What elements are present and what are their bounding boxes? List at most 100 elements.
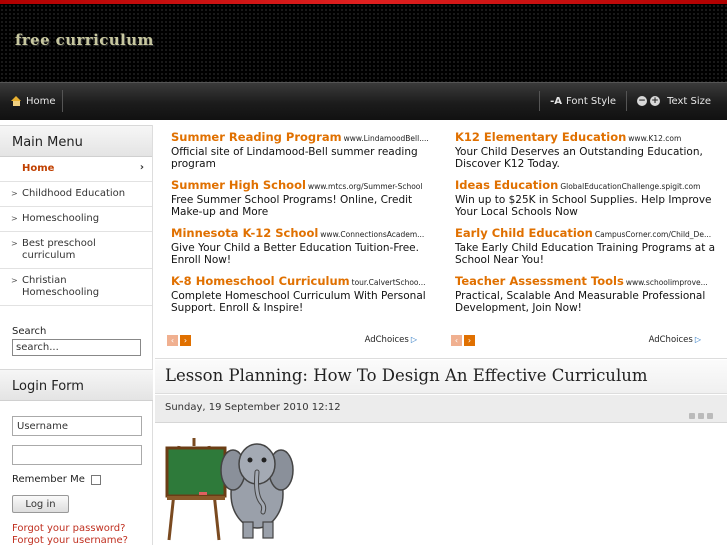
ad-description: Official site of Lindamood-Bell summer r…	[171, 146, 418, 170]
menu-item-childhood-education[interactable]: > Childhood Education	[0, 182, 152, 207]
article-title[interactable]: Lesson Planning: How To Design An Effect…	[155, 360, 727, 394]
ad-title[interactable]: Teacher Assessment Tools	[455, 274, 624, 288]
menu-item-label: Christian Homeschooling	[22, 275, 100, 298]
ad-description: Practical, Scalable And Measurable Profe…	[455, 290, 706, 314]
site-header: free curriculum	[0, 0, 727, 82]
article-date: Sunday, 19 September 2010 12:12	[165, 402, 341, 413]
pdf-icon[interactable]	[689, 413, 695, 419]
arrow-right-icon: >	[11, 189, 18, 198]
arrow-right-icon: >	[11, 276, 18, 285]
print-icon[interactable]	[698, 413, 704, 419]
home-icon	[11, 96, 22, 106]
search-input[interactable]	[12, 339, 141, 356]
menu-item-home[interactable]: Home ›	[0, 157, 152, 182]
ad-url[interactable]: www.ConnectionsAcadem...	[320, 230, 424, 239]
ad-prev-icon[interactable]: ‹	[451, 335, 462, 346]
forgot-username-link[interactable]: Forgot your username?	[12, 535, 128, 545]
ad-url[interactable]: CampusCorner.com/Child_De...	[595, 230, 711, 239]
adchoices-icon: ▷	[694, 335, 701, 344]
search-label: Search	[12, 326, 47, 337]
adchoices-label: AdChoices	[364, 335, 409, 345]
ad-item[interactable]: Early Child Education CampusCorner.com/Ch…	[455, 226, 725, 266]
nav-home-label: Home	[26, 95, 56, 107]
ad-prev-icon[interactable]: ‹	[167, 335, 178, 346]
ad-description: Give Your Child a Better Education Tuiti…	[171, 242, 419, 266]
ad-item[interactable]: K-8 Homeschool Curriculum tour.CalvertSch…	[171, 274, 441, 314]
ad-url[interactable]: tour.CalvertSchoo...	[352, 278, 426, 287]
email-icon[interactable]	[707, 413, 713, 419]
menu-item-label: Home	[22, 163, 55, 174]
ad-next-icon[interactable]: ›	[180, 335, 191, 346]
ad-url[interactable]: GlobalEducationChallenge.spigit.com	[560, 182, 700, 191]
ad-title[interactable]: Summer High School	[171, 178, 306, 192]
forgot-password-link[interactable]: Forgot your password?	[12, 523, 125, 534]
nav-home-link[interactable]: Home	[5, 90, 63, 112]
password-field[interactable]	[12, 445, 142, 465]
accessibility-controls: -A Font Style − + Text Size	[529, 90, 711, 112]
ad-title[interactable]: Early Child Education	[455, 226, 593, 240]
menu-item-best-preschool-curriculum[interactable]: > Best preschool curriculum	[0, 232, 152, 269]
ad-unit: Summer Reading Program www.LindamoodBell.…	[155, 130, 727, 359]
ad-title[interactable]: K-8 Homeschool Curriculum	[171, 274, 350, 288]
ad-item[interactable]: Summer Reading Program www.LindamoodBell.…	[171, 130, 441, 170]
ad-description: Take Early Child Education Training Prog…	[455, 242, 716, 266]
menu-item-christian-homeschooling[interactable]: > Christian Homeschooling	[0, 269, 152, 306]
ad-item[interactable]: Ideas Education GlobalEducationChallenge.…	[455, 178, 725, 218]
remember-me-label: Remember Me	[12, 474, 85, 485]
article-meta: Sunday, 19 September 2010 12:12	[155, 395, 727, 423]
ad-item[interactable]: K12 Elementary Education www.K12.com Your…	[455, 130, 725, 170]
nav-divider	[539, 91, 541, 111]
ad-description: Free Summer School Programs! Online, Cre…	[171, 194, 413, 218]
article-tools	[689, 413, 713, 419]
ad-column-right: K12 Elementary Education www.K12.com Your…	[455, 130, 725, 322]
site-logo-title[interactable]: free curriculum	[15, 31, 154, 49]
arrow-right-icon: >	[11, 214, 18, 223]
adchoices-link[interactable]: AdChoices ▷	[649, 335, 701, 345]
adchoices-label: AdChoices	[648, 335, 693, 345]
article-body	[155, 424, 727, 545]
username-field[interactable]	[12, 416, 142, 436]
ad-item[interactable]: Summer High School www.mtcs.org/Summer-Sc…	[171, 178, 441, 218]
ad-footer-left: ‹ › AdChoices ▷	[167, 335, 417, 347]
font-style-glyph: A	[554, 95, 562, 107]
ad-description: Win up to $25K in School Supplies. Help …	[455, 194, 712, 218]
ad-pager: ‹ ›	[451, 335, 475, 346]
ad-title[interactable]: Minnesota K-12 School	[171, 226, 318, 240]
ad-item[interactable]: Minnesota K-12 School www.ConnectionsAcad…	[171, 226, 441, 266]
adchoices-icon: ▷	[410, 335, 417, 344]
chevron-right-icon: ›	[139, 162, 144, 173]
ad-description: Your Child Deserves an Outstanding Educa…	[455, 146, 703, 170]
login-button[interactable]: Log in	[12, 495, 69, 513]
ad-url[interactable]: www.LindamoodBell....	[344, 134, 429, 143]
ad-item[interactable]: Teacher Assessment Tools www.schoolimprov…	[455, 274, 725, 314]
ad-pager: ‹ ›	[167, 335, 191, 346]
menu-item-label: Homeschooling	[22, 213, 100, 224]
arrow-right-icon: >	[11, 239, 18, 248]
ad-url[interactable]: www.mtcs.org/Summer-School	[308, 182, 423, 191]
ad-title[interactable]: Ideas Education	[455, 178, 558, 192]
top-navbar: Home -A Font Style − + Text Size	[0, 82, 727, 120]
text-size-label: Text Size	[667, 95, 711, 107]
nav-divider	[626, 91, 628, 111]
font-style-button[interactable]: Font Style	[566, 96, 616, 107]
text-size-increase-icon[interactable]: +	[650, 96, 661, 106]
adchoices-link[interactable]: AdChoices ▷	[365, 335, 417, 345]
ad-title[interactable]: K12 Elementary Education	[455, 130, 626, 144]
main-menu-title: Main Menu	[0, 125, 152, 157]
ad-column-left: Summer Reading Program www.LindamoodBell.…	[171, 130, 441, 322]
elephant-chalkboard-illustration	[165, 438, 294, 541]
remember-me-row: Remember Me	[12, 474, 101, 485]
font-style-icon[interactable]: -A	[550, 96, 562, 107]
menu-item-label: Childhood Education	[22, 188, 126, 199]
ad-title[interactable]: Summer Reading Program	[171, 130, 342, 144]
ad-next-icon[interactable]: ›	[464, 335, 475, 346]
ad-description: Complete Homeschool Curriculum With Pers…	[171, 290, 426, 314]
left-sidebar: Main Menu Home › > Childhood Education >…	[0, 125, 153, 545]
menu-item-label: Best preschool curriculum	[22, 238, 96, 261]
ad-url[interactable]: www.K12.com	[628, 134, 681, 143]
ad-url[interactable]: www.schoolimprove...	[626, 278, 708, 287]
remember-me-checkbox[interactable]	[90, 474, 101, 485]
ad-footer-right: ‹ › AdChoices ▷	[451, 335, 701, 347]
text-size-decrease-icon[interactable]: −	[637, 96, 648, 106]
menu-item-homeschooling[interactable]: > Homeschooling	[0, 207, 152, 232]
